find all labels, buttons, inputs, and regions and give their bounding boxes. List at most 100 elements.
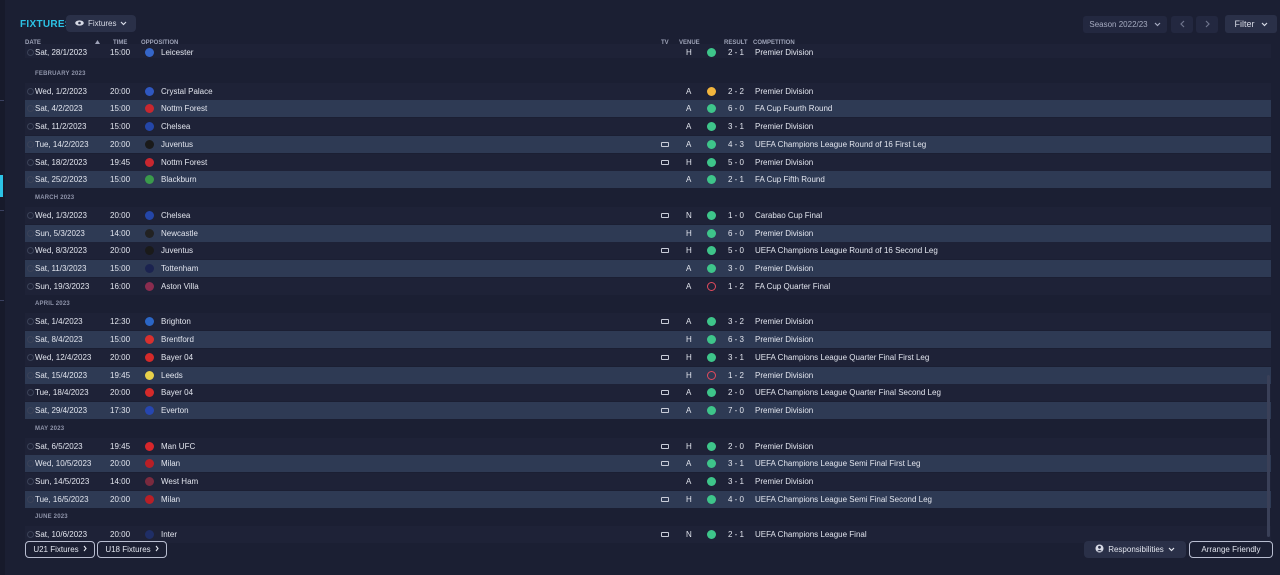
- fixture-competition[interactable]: Premier Division: [755, 402, 813, 419]
- fixture-row[interactable]: Tue, 16/5/2023 20:00 Milan H 4 - 0 UEFA Champ…: [25, 490, 1271, 508]
- fixture-opposition[interactable]: Chelsea: [161, 207, 190, 224]
- prev-season-button[interactable]: [1171, 16, 1193, 33]
- fixture-score[interactable]: 3 - 1: [728, 118, 744, 135]
- fixture-opposition[interactable]: West Ham: [161, 473, 198, 490]
- fixture-row[interactable]: Sat, 4/2/2023 15:00 Nottm Forest A 6 - 0 FA C…: [25, 100, 1271, 118]
- u21-fixtures-button[interactable]: U21 Fixtures: [25, 541, 95, 558]
- fixture-competition[interactable]: Premier Division: [755, 473, 813, 490]
- fixture-row[interactable]: Sat, 11/3/2023 15:00 Tottenham A 3 - 0 Premie…: [25, 260, 1271, 277]
- fixture-competition[interactable]: Premier Division: [755, 154, 813, 171]
- fixture-score[interactable]: 7 - 0: [728, 402, 744, 419]
- fixture-row[interactable]: Sun, 19/3/2023 16:00 Aston Villa A 1 - 2 FA C…: [25, 277, 1271, 295]
- fixture-row[interactable]: Wed, 12/4/2023 20:00 Bayer 04 H 3 - 1 UEFA Ch…: [25, 348, 1271, 366]
- fixture-score[interactable]: 2 - 1: [728, 526, 744, 543]
- fixture-score[interactable]: 6 - 0: [728, 100, 744, 117]
- fixture-opposition[interactable]: Man UFC: [161, 438, 195, 455]
- fixture-row[interactable]: Sun, 5/3/2023 14:00 Newcastle H 6 - 0 Premier…: [25, 224, 1271, 242]
- fixture-score[interactable]: 2 - 0: [728, 384, 744, 401]
- fixture-opposition[interactable]: Everton: [161, 402, 189, 419]
- fixture-row[interactable]: Tue, 14/2/2023 20:00 Juventus A 4 - 3 UEFA Ch…: [25, 135, 1271, 153]
- u18-fixtures-button[interactable]: U18 Fixtures: [97, 541, 167, 558]
- fixture-opposition[interactable]: Milan: [161, 455, 180, 472]
- scrollbar[interactable]: [1267, 375, 1270, 537]
- fixture-score[interactable]: 3 - 1: [728, 473, 744, 490]
- fixture-competition[interactable]: Premier Division: [755, 367, 813, 384]
- fixture-row[interactable]: Sat, 8/4/2023 15:00 Brentford H 6 - 3 Premier…: [25, 331, 1271, 349]
- fixture-competition[interactable]: Premier Division: [755, 331, 813, 348]
- fixture-competition[interactable]: UEFA Champions League Round of 16 First …: [755, 136, 926, 153]
- fixture-competition[interactable]: Premier Division: [755, 260, 813, 277]
- fixture-score[interactable]: 6 - 3: [728, 331, 744, 348]
- fixture-row[interactable]: Sat, 18/2/2023 19:45 Nottm Forest H 5 - 0 Pre…: [25, 153, 1271, 171]
- fixture-score[interactable]: 1 - 2: [728, 367, 744, 384]
- fixture-opposition[interactable]: Milan: [161, 491, 180, 508]
- fixture-row[interactable]: Wed, 1/3/2023 20:00 Chelsea N 1 - 0 Carabao C…: [25, 206, 1271, 224]
- fixture-score[interactable]: 1 - 0: [728, 207, 744, 224]
- fixture-score[interactable]: 3 - 2: [728, 313, 744, 330]
- fixture-competition[interactable]: UEFA Champions League Quarter Final Firs…: [755, 349, 929, 366]
- fixture-score[interactable]: 2 - 2: [728, 83, 744, 100]
- fixture-row[interactable]: Sat, 28/1/2023 15:00 Leicester H 2 - 1 Premie…: [25, 44, 1271, 58]
- fixture-score[interactable]: 3 - 1: [728, 455, 744, 472]
- fixture-competition[interactable]: Carabao Cup Final: [755, 207, 822, 224]
- fixture-score[interactable]: 4 - 3: [728, 136, 744, 153]
- fixture-opposition[interactable]: Chelsea: [161, 118, 190, 135]
- fixture-opposition[interactable]: Newcastle: [161, 225, 198, 242]
- fixture-competition[interactable]: UEFA Champions League Quarter Final Seco…: [755, 384, 941, 401]
- fixture-opposition[interactable]: Bayer 04: [161, 384, 193, 401]
- fixture-opposition[interactable]: Tottenham: [161, 260, 198, 277]
- fixture-row[interactable]: Sat, 25/2/2023 15:00 Blackburn A 2 - 1 FA Cup…: [25, 171, 1271, 189]
- fixture-competition[interactable]: FA Cup Quarter Final: [755, 278, 830, 295]
- fixture-score[interactable]: 3 - 0: [728, 260, 744, 277]
- fixture-score[interactable]: 6 - 0: [728, 225, 744, 242]
- fixture-row[interactable]: Sat, 10/6/2023 20:00 Inter N 2 - 1 UEFA Champ…: [25, 526, 1271, 544]
- fixture-competition[interactable]: Premier Division: [755, 313, 813, 330]
- fixture-opposition[interactable]: Blackburn: [161, 171, 197, 188]
- fixture-competition[interactable]: UEFA Champions League Semi Final First L…: [755, 455, 920, 472]
- fixture-score[interactable]: 1 - 2: [728, 278, 744, 295]
- fixture-opposition[interactable]: Crystal Palace: [161, 83, 213, 100]
- fixture-score[interactable]: 2 - 1: [728, 44, 744, 58]
- fixture-opposition[interactable]: Juventus: [161, 242, 193, 259]
- fixture-competition[interactable]: FA Cup Fifth Round: [755, 171, 825, 188]
- fixture-opposition[interactable]: Aston Villa: [161, 278, 199, 295]
- fixture-row[interactable]: Tue, 18/4/2023 20:00 Bayer 04 A 2 - 0 UEFA Ch…: [25, 384, 1271, 402]
- fixture-row[interactable]: Wed, 1/2/2023 20:00 Crystal Palace A 2 - 2 Pr…: [25, 82, 1271, 100]
- fixture-score[interactable]: 4 - 0: [728, 491, 744, 508]
- fixture-opposition[interactable]: Nottm Forest: [161, 100, 207, 117]
- fixture-competition[interactable]: Premier Division: [755, 118, 813, 135]
- fixture-opposition[interactable]: Brighton: [161, 313, 191, 330]
- fixture-row[interactable]: Sat, 6/5/2023 19:45 Man UFC H 2 - 0 Premier D…: [25, 437, 1271, 455]
- season-selector[interactable]: Season 2022/23: [1083, 16, 1167, 33]
- fixture-opposition[interactable]: Brentford: [161, 331, 194, 348]
- fixture-competition[interactable]: FA Cup Fourth Round: [755, 100, 832, 117]
- fixture-row[interactable]: Sat, 15/4/2023 19:45 Leeds H 1 - 2 Premier Di…: [25, 366, 1271, 384]
- fixture-opposition[interactable]: Nottm Forest: [161, 154, 207, 171]
- fixture-score[interactable]: 5 - 0: [728, 154, 744, 171]
- arrange-friendly-button[interactable]: Arrange Friendly: [1189, 541, 1273, 558]
- filter-button[interactable]: Filter: [1225, 15, 1277, 33]
- fixture-row[interactable]: Wed, 10/5/2023 20:00 Milan A 3 - 1 UEFA Champ…: [25, 455, 1271, 473]
- fixture-opposition[interactable]: Leicester: [161, 44, 193, 58]
- fixture-competition[interactable]: Premier Division: [755, 44, 813, 58]
- fixture-score[interactable]: 3 - 1: [728, 349, 744, 366]
- responsibilities-button[interactable]: Responsibilities: [1084, 541, 1186, 558]
- fixture-row[interactable]: Sat, 29/4/2023 17:30 Everton A 7 - 0 Premier …: [25, 401, 1271, 419]
- fixture-competition[interactable]: UEFA Champions League Final: [755, 526, 867, 543]
- fixture-row[interactable]: Sun, 14/5/2023 14:00 West Ham A 3 - 1 Premier…: [25, 473, 1271, 490]
- fixture-competition[interactable]: Premier Division: [755, 438, 813, 455]
- fixture-score[interactable]: 2 - 0: [728, 438, 744, 455]
- fixture-opposition[interactable]: Bayer 04: [161, 349, 193, 366]
- view-dropdown[interactable]: Fixtures: [66, 15, 136, 32]
- fixture-score[interactable]: 2 - 1: [728, 171, 744, 188]
- fixture-row[interactable]: Wed, 8/3/2023 20:00 Juventus H 5 - 0 UEFA Cha…: [25, 242, 1271, 260]
- fixture-opposition[interactable]: Leeds: [161, 367, 183, 384]
- next-season-button[interactable]: [1196, 16, 1218, 33]
- fixture-row[interactable]: Sat, 11/2/2023 15:00 Chelsea A 3 - 1 Premier …: [25, 118, 1271, 136]
- fixture-competition[interactable]: Premier Division: [755, 225, 813, 242]
- fixture-score[interactable]: 5 - 0: [728, 242, 744, 259]
- fixture-competition[interactable]: Premier Division: [755, 83, 813, 100]
- fixture-competition[interactable]: UEFA Champions League Round of 16 Second…: [755, 242, 938, 259]
- fixture-opposition[interactable]: Juventus: [161, 136, 193, 153]
- fixture-competition[interactable]: UEFA Champions League Semi Final Second …: [755, 491, 932, 508]
